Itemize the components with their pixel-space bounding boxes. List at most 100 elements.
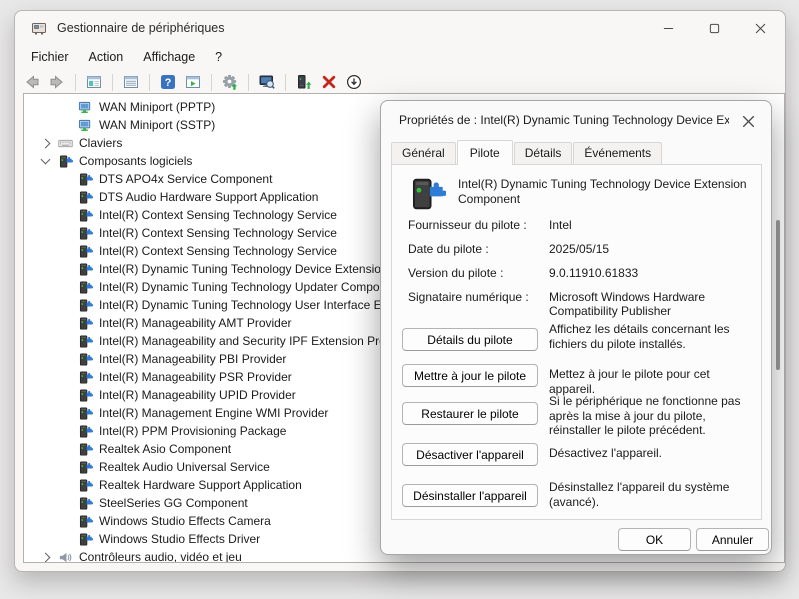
tree-item-label: Intel(R) Context Sensing Technology Serv… (99, 226, 337, 240)
field-label: Fournisseur du pilote : (408, 218, 543, 232)
toolbar-separator (285, 74, 286, 91)
tab-general[interactable]: Général (391, 142, 456, 164)
tree-item-label: SteelSeries GG Component (99, 496, 248, 510)
software-component-icon (78, 190, 93, 205)
roll-back-driver-button[interactable]: Restaurer le pilote (402, 402, 538, 425)
window-controls (645, 11, 783, 45)
audio-controller-icon (58, 550, 73, 564)
uninstall-button[interactable] (320, 73, 338, 91)
software-component-icon (78, 298, 93, 313)
scan-hardware-icon (259, 74, 275, 90)
show-window-button[interactable] (184, 73, 202, 91)
menu-fichier[interactable]: Fichier (21, 46, 79, 68)
tree-item-label: Windows Studio Effects Driver (99, 532, 260, 546)
menu-action[interactable]: Action (79, 46, 134, 68)
tree-item-label: Composants logiciels (79, 154, 192, 168)
tree-item-label: Realtek Asio Component (99, 442, 231, 456)
field-value: Intel (549, 218, 754, 232)
software-component-icon (78, 208, 93, 223)
forward-button[interactable] (48, 73, 66, 91)
disable-device-icon (346, 74, 362, 90)
software-component-icon (78, 406, 93, 421)
software-component-icon (78, 478, 93, 493)
software-component-icon (78, 388, 93, 403)
chevron-right-icon[interactable] (41, 552, 51, 562)
driver-details-button[interactable]: Détails du pilote (402, 328, 538, 351)
disable-device-button[interactable] (345, 73, 363, 91)
chevron-down-icon[interactable] (41, 155, 51, 165)
software-component-icon (408, 175, 446, 213)
help-button[interactable] (159, 73, 177, 91)
console-window-button[interactable] (85, 73, 103, 91)
toolbar-separator (149, 74, 150, 91)
tree-item-label: Intel(R) Dynamic Tuning Technology Devic… (99, 262, 388, 276)
properties-dialog: Propriétés de : Intel(R) Dynamic Tuning … (380, 100, 772, 555)
software-component-icon (78, 172, 93, 187)
keyboard-icon (58, 136, 73, 151)
disable-device-button-dialog[interactable]: Désactiver l'appareil (402, 443, 538, 466)
add-device-icon (296, 74, 312, 90)
roll-back-driver-description: Si le périphérique ne fonctionne pas apr… (549, 394, 754, 438)
tree-item-label: Contrôleurs audio, vidéo et jeu (79, 550, 242, 563)
field-value: 2025/05/15 (549, 242, 754, 256)
software-component-icon (78, 424, 93, 439)
network-adapter-icon (78, 100, 93, 115)
toolbar-separator (248, 74, 249, 91)
add-device-button[interactable] (295, 73, 313, 91)
software-component-icon (78, 532, 93, 547)
field-value: Microsoft Windows Hardware Compatibility… (549, 290, 754, 318)
driver-details-description: Affichez les détails concernant les fich… (549, 322, 754, 351)
field-label: Date du pilote : (408, 242, 543, 256)
tab-evenements[interactable]: Événements (573, 142, 662, 164)
field-label: Signataire numérique : (408, 290, 543, 304)
tree-item-label: Windows Studio Effects Camera (99, 514, 271, 528)
tab-details[interactable]: Détails (514, 142, 573, 164)
close-button[interactable] (737, 11, 783, 45)
tree-item-label: DTS APO4x Service Component (99, 172, 272, 186)
field-label: Version du pilote : (408, 266, 543, 280)
update-driver-button-dialog[interactable]: Mettre à jour le pilote (402, 364, 538, 387)
tree-item-label: Intel(R) Manageability UPID Provider (99, 388, 296, 402)
cancel-button[interactable]: Annuler (696, 528, 769, 551)
back-button[interactable] (23, 73, 41, 91)
tree-item-label: Intel(R) Dynamic Tuning Technology User … (99, 298, 388, 312)
software-component-icon (78, 442, 93, 457)
dialog-title: Propriétés de : Intel(R) Dynamic Tuning … (399, 101, 729, 139)
software-component-icon (78, 280, 93, 295)
close-icon (755, 23, 766, 34)
dialog-close-button[interactable] (737, 110, 759, 132)
software-component-icon (78, 334, 93, 349)
uninstall-device-description: Désinstallez l'appareil du système (avan… (549, 480, 754, 509)
update-driver-description: Mettez à jour le pilote pour cet apparei… (549, 367, 754, 396)
tab-pilote[interactable]: Pilote (457, 140, 513, 165)
device-manager-icon (31, 20, 47, 36)
tree-item-label: WAN Miniport (PPTP) (99, 100, 215, 114)
software-component-icon (78, 244, 93, 259)
update-driver-icon (222, 74, 238, 90)
uninstall-device-button[interactable]: Désinstaller l'appareil (402, 484, 538, 507)
driver-tab-page: Intel(R) Dynamic Tuning Technology Devic… (391, 164, 762, 520)
tree-item-label: Claviers (79, 136, 122, 150)
menu-help[interactable]: ? (205, 46, 232, 68)
dialog-tabs: Général Pilote Détails Événements (391, 142, 663, 164)
menu-affichage[interactable]: Affichage (133, 46, 205, 68)
update-driver-button[interactable] (221, 73, 239, 91)
properties-button[interactable] (122, 73, 140, 91)
software-component-icon (58, 154, 73, 169)
maximize-button[interactable] (691, 11, 737, 45)
software-component-icon (78, 262, 93, 277)
scan-hardware-button[interactable] (258, 73, 276, 91)
tree-scrollbar[interactable] (776, 220, 780, 370)
window-title: Gestionnaire de périphériques (57, 21, 224, 35)
ok-button[interactable]: OK (618, 528, 691, 551)
tree-item-label: Intel(R) Manageability PSR Provider (99, 370, 292, 384)
desktop: Gestionnaire de périphériques Fichier Ac… (0, 0, 799, 599)
uninstall-icon (321, 74, 337, 90)
network-adapter-icon (78, 118, 93, 133)
device-name: Intel(R) Dynamic Tuning Technology Devic… (458, 177, 748, 207)
minimize-button[interactable] (645, 11, 691, 45)
toolbar-separator (75, 74, 76, 91)
tree-item-label: Intel(R) Manageability PBI Provider (99, 352, 286, 366)
chevron-right-icon[interactable] (41, 138, 51, 148)
tree-item-label: Intel(R) Context Sensing Technology Serv… (99, 244, 337, 258)
